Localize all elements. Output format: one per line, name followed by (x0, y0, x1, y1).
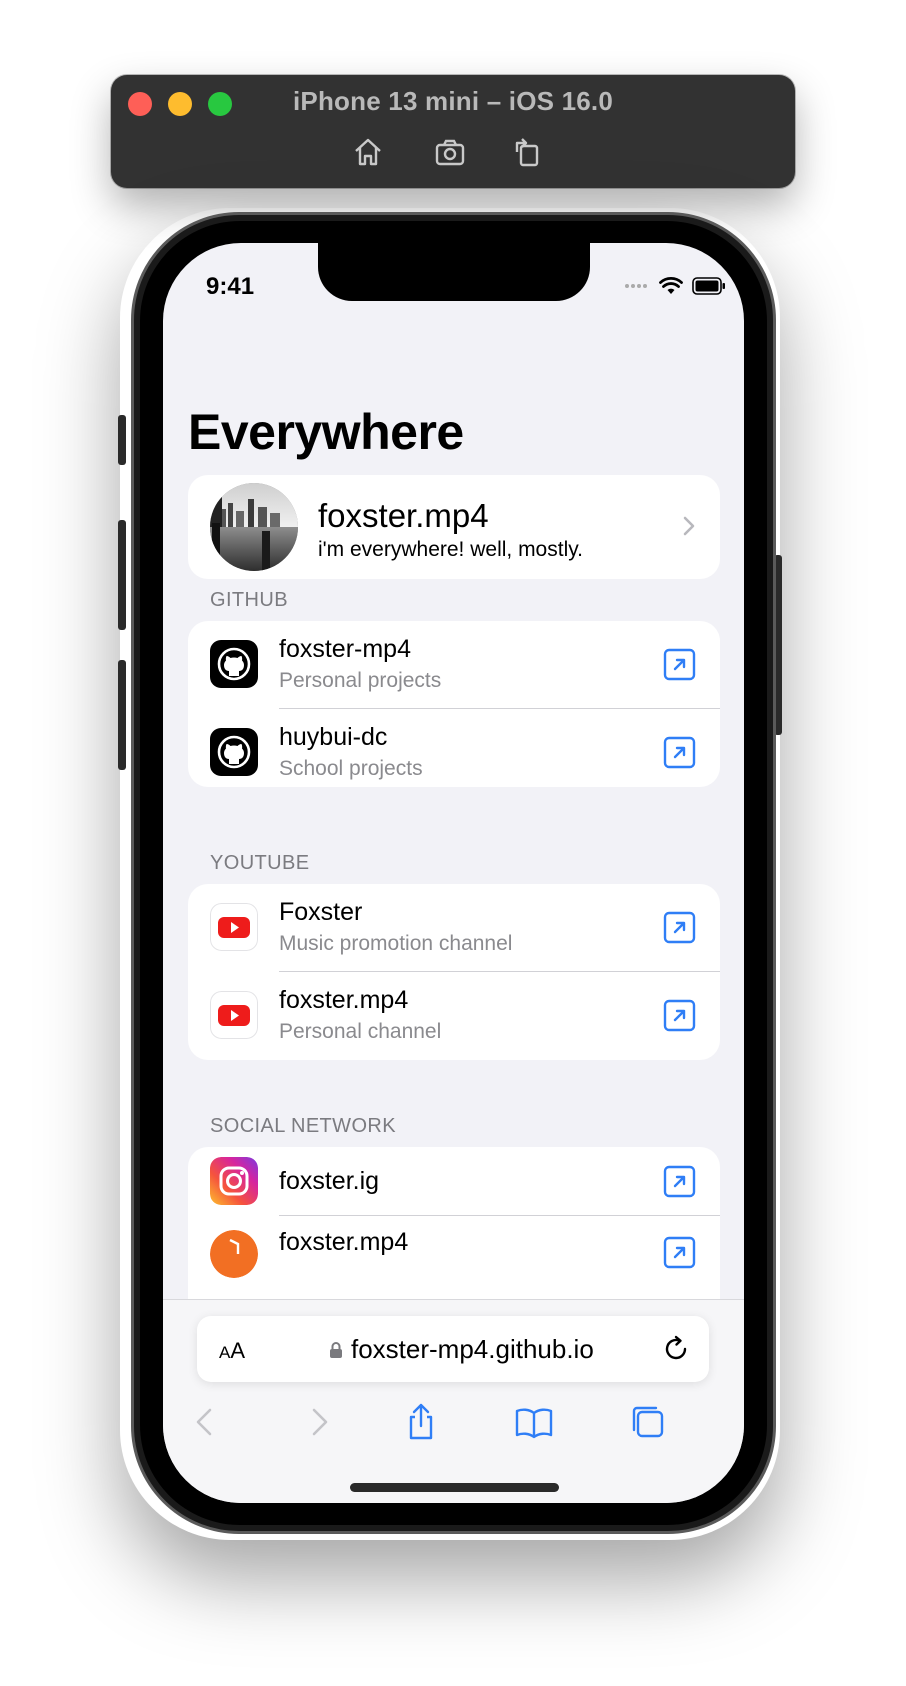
external-link-icon[interactable] (663, 736, 696, 769)
item-title: foxster-mp4 (279, 635, 411, 663)
simulator-title: iPhone 13 mini – iOS 16.0 (292, 86, 613, 116)
youtube-icon (210, 991, 258, 1039)
youtube-icon (210, 903, 258, 951)
tabs-icon[interactable] (628, 1402, 668, 1442)
item-title: foxster.mp4 (279, 986, 409, 1014)
volume-up-button (118, 520, 126, 630)
battery-icon (692, 277, 725, 295)
share-icon[interactable] (401, 1402, 441, 1442)
volume-down-button (118, 660, 126, 770)
reload-icon[interactable] (661, 1334, 691, 1364)
list-item[interactable]: huybui-dc School projects (188, 709, 720, 787)
item-subtitle: Personal channel (279, 1020, 442, 1043)
item-subtitle: Music promotion channel (279, 932, 513, 955)
github-icon (210, 640, 258, 688)
item-subtitle: School projects (279, 757, 423, 780)
section-label-social: SOCIAL NETWORK (210, 1115, 396, 1137)
instagram-icon (210, 1157, 258, 1205)
silent-switch (118, 415, 126, 465)
url-text: foxster-mp4.github.io (351, 1334, 594, 1364)
screenshot-icon[interactable] (432, 134, 468, 170)
list-item[interactable]: foxster.mp4 Personal channel (188, 972, 720, 1059)
item-subtitle: Personal projects (279, 669, 442, 692)
list-item[interactable]: foxster.ig (188, 1147, 720, 1215)
home-indicator (350, 1483, 559, 1492)
soundcloud-icon (210, 1230, 258, 1278)
profile-card[interactable]: foxster.mp4 i'm everywhere! well, mostly… (188, 475, 720, 579)
youtube-list: Foxster Music promotion channel foxster.… (188, 884, 720, 1060)
external-link-icon[interactable] (663, 999, 696, 1032)
list-item[interactable]: foxster.mp4 (188, 1216, 720, 1303)
section-label-github: GITHUB (210, 589, 288, 611)
forward-icon[interactable] (299, 1402, 339, 1442)
chevron-right-icon (683, 516, 695, 536)
external-link-icon[interactable] (663, 911, 696, 944)
phone-screen: 9:41 Everywhere foxster.mp4 i'm everywhe… (163, 243, 744, 1503)
list-item[interactable]: Foxster Music promotion channel (188, 884, 720, 971)
external-link-icon[interactable] (663, 648, 696, 681)
page-title: Everywhere (188, 404, 464, 460)
item-title: foxster.ig (279, 1167, 380, 1195)
section-label-youtube: YOUTUBE (210, 852, 310, 874)
status-time: 9:41 (206, 273, 255, 300)
profile-bio: i'm everywhere! well, mostly. (318, 538, 584, 561)
cellular-signal-icon (625, 284, 647, 288)
lock-icon (330, 1341, 342, 1358)
url-field[interactable]: foxster-mp4.github.io (329, 1334, 594, 1365)
profile-name: foxster.mp4 (318, 497, 489, 534)
item-title: foxster.mp4 (279, 1228, 409, 1256)
back-icon[interactable] (185, 1402, 225, 1442)
bookmarks-icon[interactable] (514, 1402, 554, 1442)
item-title: huybui-dc (279, 723, 388, 751)
github-icon (210, 728, 258, 776)
wifi-icon (659, 277, 683, 294)
rotate-icon[interactable] (509, 134, 545, 170)
external-link-icon[interactable] (663, 1236, 696, 1269)
text-size-button[interactable]: AA (219, 1338, 245, 1364)
github-list: foxster-mp4 Personal projects huybui-dc … (188, 621, 720, 787)
item-title: Foxster (279, 898, 363, 926)
address-bar[interactable]: AA foxster-mp4.github.io (197, 1316, 709, 1382)
home-icon[interactable] (350, 134, 386, 170)
list-item[interactable]: foxster-mp4 Personal projects (188, 621, 720, 708)
avatar (210, 483, 298, 571)
external-link-icon[interactable] (663, 1165, 696, 1198)
status-icons (624, 277, 726, 295)
notch (318, 243, 590, 301)
browser-toolbar: AA foxster-mp4.github.io (163, 1299, 744, 1503)
